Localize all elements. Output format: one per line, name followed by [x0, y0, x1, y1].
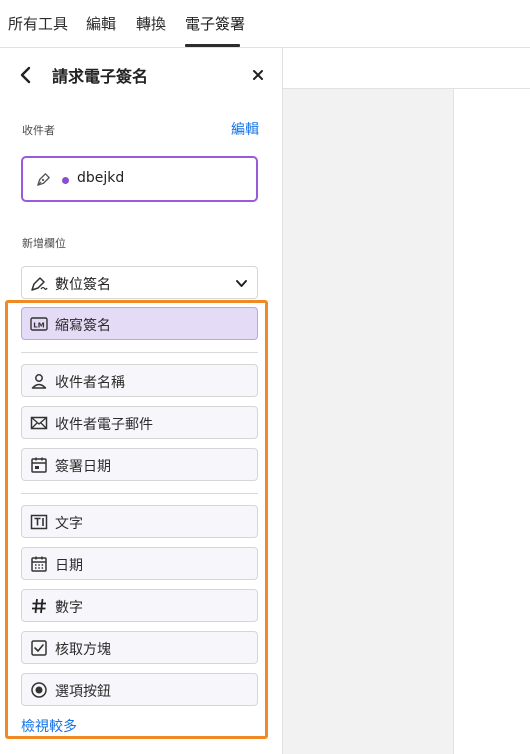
calendar-icon: [30, 555, 48, 573]
field-label: 簽署日期: [55, 459, 111, 475]
recipient-color-dot: [62, 177, 69, 184]
text-field-icon: [30, 513, 48, 531]
person-icon: [30, 372, 48, 390]
pen-icon: [37, 173, 50, 186]
svg-text:LM: LM: [33, 321, 44, 329]
field-radio-button[interactable]: 選項按鈕: [21, 673, 258, 706]
field-group-divider: [21, 493, 258, 494]
field-text[interactable]: 文字: [21, 505, 258, 538]
dropdown-selected-value: 數位簽名: [55, 277, 111, 293]
tab-convert[interactable]: 轉換: [136, 13, 166, 34]
back-arrow-icon[interactable]: [17, 66, 35, 84]
canvas-toolbar: [283, 48, 530, 89]
field-date-signed[interactable]: 簽署日期: [21, 448, 258, 481]
recipient-card[interactable]: dbejkd: [21, 156, 258, 202]
active-tab-indicator: [185, 44, 240, 47]
hash-icon: [30, 597, 48, 615]
field-label: 數字: [55, 600, 83, 616]
panel-divider: [282, 48, 283, 754]
field-initials[interactable]: LM 縮寫簽名: [21, 307, 258, 340]
recipient-name: dbejkd: [77, 170, 125, 186]
field-label: 核取方塊: [55, 642, 111, 658]
tab-edit[interactable]: 編輯: [86, 13, 116, 34]
recipients-label: 收件者: [22, 124, 55, 137]
field-number[interactable]: 數字: [21, 589, 258, 622]
field-label: 選項按鈕: [55, 684, 111, 700]
field-label: 日期: [55, 558, 83, 574]
radio-icon: [30, 681, 48, 699]
field-checkbox[interactable]: 核取方塊: [21, 631, 258, 664]
field-recipient-email[interactable]: 收件者電子郵件: [21, 406, 258, 439]
field-label: 縮寫簽名: [55, 318, 111, 334]
close-icon[interactable]: [250, 67, 266, 83]
calendar-signed-icon: [30, 456, 48, 474]
signature-pen-icon: [31, 277, 48, 291]
field-group-divider: [21, 352, 258, 353]
document-page: [453, 89, 530, 754]
tab-e-sign[interactable]: 電子簽署: [185, 13, 245, 34]
field-label: 收件者名稱: [55, 375, 125, 391]
edit-recipients-link[interactable]: 編輯: [231, 119, 259, 139]
tab-all-tools[interactable]: 所有工具: [8, 13, 68, 34]
field-recipient-name[interactable]: 收件者名稱: [21, 364, 258, 397]
mail-icon: [30, 414, 48, 432]
top-menu-bar: 所有工具 編輯 轉換 電子簽署: [0, 0, 530, 48]
chevron-down-icon: [236, 280, 247, 287]
checkbox-icon: [30, 639, 48, 657]
field-label: 文字: [55, 516, 83, 532]
field-date[interactable]: 日期: [21, 547, 258, 580]
add-fields-label: 新增欄位: [22, 237, 66, 250]
signature-type-dropdown[interactable]: 數位簽名: [21, 266, 258, 299]
field-label: 收件者電子郵件: [55, 417, 153, 433]
view-more-link[interactable]: 檢視較多: [21, 716, 77, 736]
document-canvas: [283, 89, 530, 754]
initials-icon: LM: [30, 315, 48, 333]
panel-title: 請求電子簽名: [52, 67, 149, 86]
